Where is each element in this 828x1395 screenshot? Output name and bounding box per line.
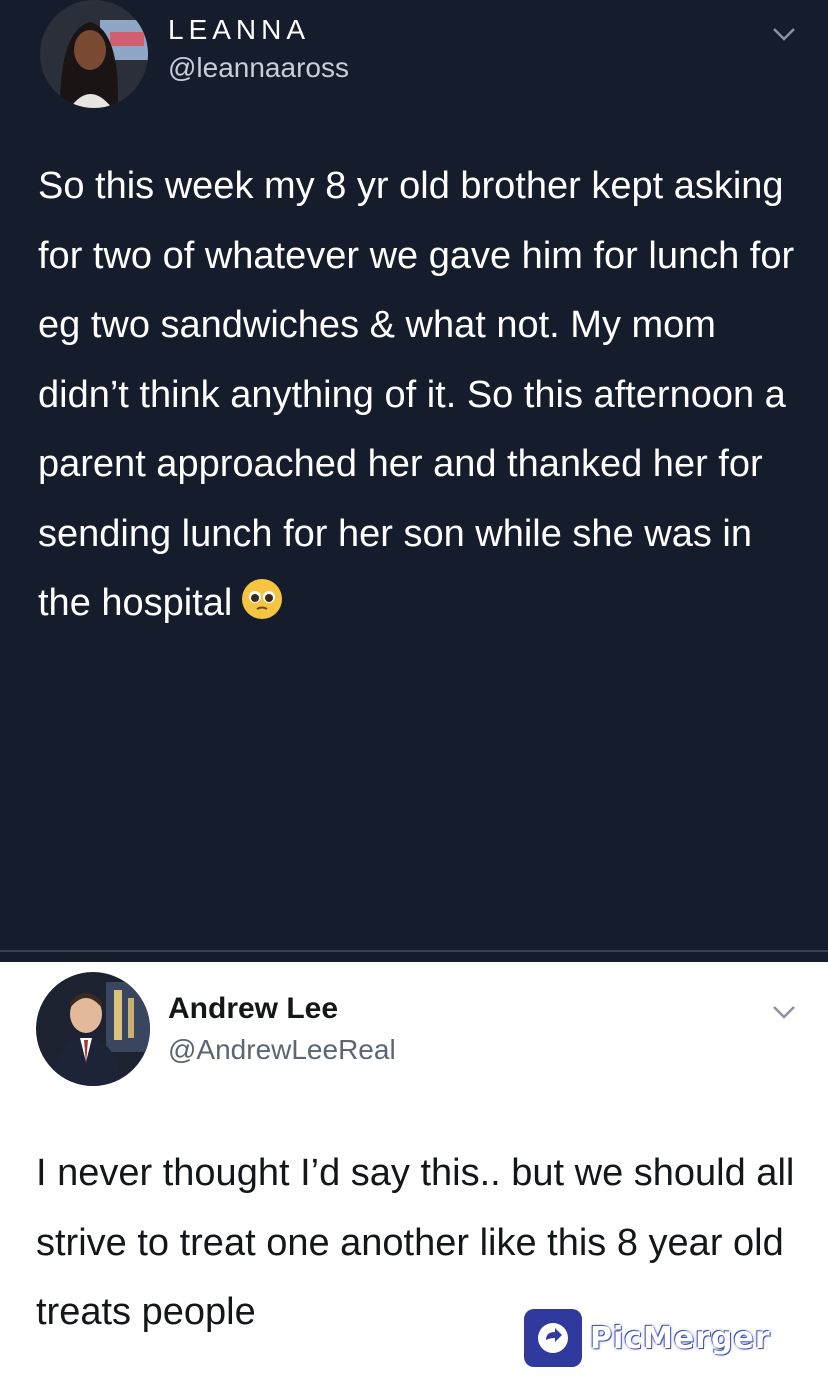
avatar[interactable]	[36, 972, 150, 1086]
chevron-down-icon[interactable]	[770, 1002, 798, 1022]
pleading-face-icon	[240, 575, 284, 619]
divider	[0, 950, 828, 952]
picmerger-watermark: PicMerger	[524, 1309, 771, 1367]
picmerger-logo-icon	[524, 1309, 582, 1367]
display-name[interactable]: Andrew Lee	[168, 992, 338, 1026]
username-handle[interactable]: @leannaaross	[168, 52, 349, 84]
tweet-card-leanna: LEANNA @leannaaross So this week my 8 yr…	[0, 0, 828, 962]
watermark-label: PicMerger	[590, 1320, 771, 1356]
display-name[interactable]: LEANNA	[168, 14, 310, 46]
tweet-text-content: So this week my 8 yr old brother kept as…	[38, 165, 795, 624]
tweet-text: So this week my 8 yr old brother kept as…	[38, 152, 808, 639]
username-handle[interactable]: @AndrewLeeReal	[168, 1034, 396, 1066]
avatar[interactable]	[40, 0, 148, 108]
chevron-down-icon[interactable]	[770, 24, 798, 44]
